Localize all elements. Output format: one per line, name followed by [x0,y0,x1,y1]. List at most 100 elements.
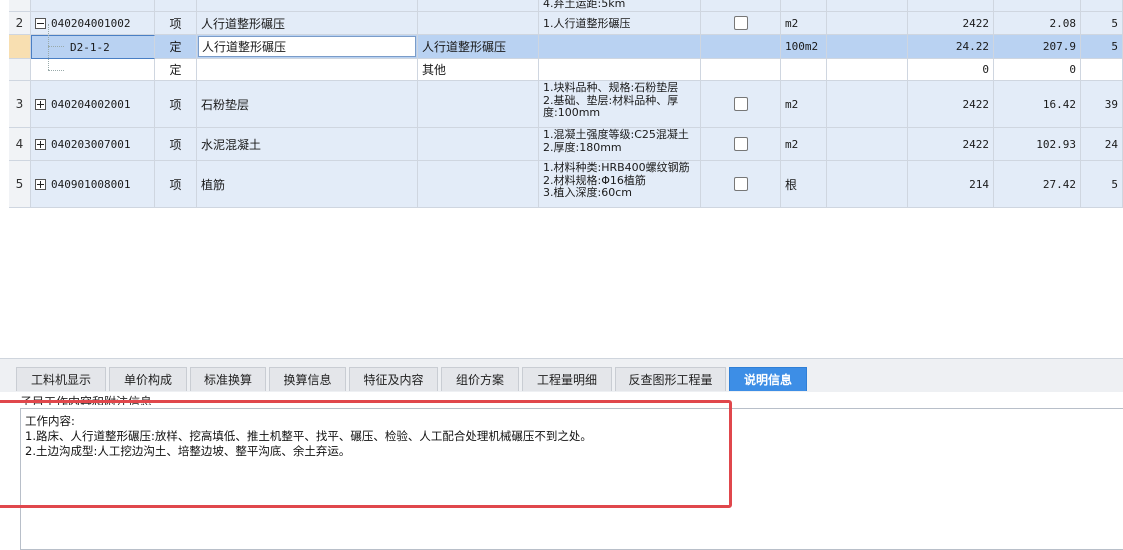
qty-cell[interactable]: 24.22 [908,35,994,59]
description-textarea[interactable]: 工作内容: 1.路床、人行道整形碾压:放样、挖高填低、推土机整平、找平、碾压、检… [20,408,1123,550]
checkbox[interactable] [733,16,748,30]
checkbox-cell[interactable] [701,161,781,208]
qty-cell[interactable]: 2422 [908,128,994,161]
name-edit-field[interactable]: 人行道整形碾压 [198,36,416,57]
type-cell[interactable]: 定 [155,59,197,81]
checkbox-cell[interactable] [701,59,781,81]
table-row[interactable]: 2 040204001002 项 人行道整形碾压 1.人行道整形碾压 m2 24… [0,12,1123,35]
content-cell[interactable] [418,128,539,161]
price-cell[interactable]: 0 [994,59,1081,81]
total-cell[interactable]: 5 [1081,12,1123,35]
row-number[interactable]: 2 [9,12,31,35]
collapse-icon[interactable] [35,17,46,29]
table-row[interactable]: 5 040901008001 项 植筋 1.材料种类:HRB400螺纹钢筋 2.… [0,161,1123,208]
checkbox[interactable] [733,137,748,151]
expr-cell[interactable] [827,128,908,161]
checkbox-cell[interactable] [701,12,781,35]
content-cell[interactable] [418,12,539,35]
code-cell[interactable]: D2-1-2 [31,35,155,59]
total-cell[interactable]: 24 [1081,128,1123,161]
content-cell[interactable]: 其他 [418,59,539,81]
table-row[interactable]: 3 040204002001 项 石粉垫层 1.块料品种、规格:石粉垫层 2.基… [0,81,1123,128]
type-cell[interactable]: 项 [155,161,197,208]
unit-cell[interactable] [781,59,827,81]
tab-quantity-detail[interactable]: 工程量明细 [522,367,612,391]
code-text: 040204001002 [51,16,131,30]
tab-description[interactable]: 说明信息 [729,367,807,391]
name-cell[interactable] [197,59,418,81]
total-cell[interactable]: 5 [1081,35,1123,59]
table-row[interactable]: 4.弃土运距:5km [0,0,1123,12]
code-cell[interactable]: 040203007001 [31,128,155,161]
table-row-selected[interactable]: D2-1-2 定 人行道整形碾压 人行道整形碾压 100m2 24.22 207… [0,35,1123,59]
type-cell[interactable]: 定 [155,35,197,59]
name-cell[interactable]: 植筋 [197,161,418,208]
expand-icon[interactable] [35,98,46,110]
expr-cell[interactable] [827,161,908,208]
qty-cell[interactable]: 214 [908,161,994,208]
code-cell[interactable]: 040204001002 [31,12,155,35]
unit-cell[interactable]: m2 [781,81,827,128]
code-cell[interactable]: 040204002001 [31,81,155,128]
checkbox-cell[interactable] [701,81,781,128]
tab-unit-price[interactable]: 单价构成 [109,367,187,391]
price-cell[interactable]: 16.42 [994,81,1081,128]
code-cell[interactable]: 040901008001 [31,161,155,208]
price-cell[interactable]: 207.9 [994,35,1081,59]
unit-cell[interactable]: 根 [781,161,827,208]
name-cell[interactable]: 人行道整形碾压 [197,35,418,59]
content-cell[interactable] [418,81,539,128]
feature-cell[interactable] [539,35,701,59]
row-number[interactable]: 4 [9,128,31,161]
feature-cell[interactable]: 1.混凝土强度等级:C25混凝土 2.厚度:180mm [539,128,701,161]
expr-cell[interactable] [827,35,908,59]
checkbox-cell[interactable] [701,35,781,59]
tab-materials[interactable]: 工料机显示 [16,367,106,391]
qty-cell[interactable]: 2422 [908,81,994,128]
expand-icon[interactable] [35,178,46,190]
tab-conversion-info[interactable]: 换算信息 [269,367,346,391]
checkbox[interactable] [733,97,748,111]
expr-cell[interactable] [827,59,908,81]
checkbox-cell[interactable] [701,128,781,161]
name-cell[interactable]: 石粉垫层 [197,81,418,128]
unit-cell[interactable]: m2 [781,128,827,161]
name-cell[interactable]: 水泥混凝土 [197,128,418,161]
table-row[interactable]: 4 040203007001 项 水泥混凝土 1.混凝土强度等级:C25混凝土 … [0,128,1123,161]
type-cell[interactable]: 项 [155,128,197,161]
table-row[interactable]: 定 其他 0 0 [0,59,1123,81]
content-cell[interactable] [418,161,539,208]
price-cell[interactable]: 2.08 [994,12,1081,35]
feature-cell[interactable]: 1.人行道整形碾压 [539,12,701,35]
tab-reverse-lookup[interactable]: 反查图形工程量 [615,367,726,391]
feature-cell[interactable] [539,59,701,81]
tab-pricing-plan[interactable]: 组价方案 [441,367,519,391]
total-cell[interactable]: 39 [1081,81,1123,128]
row-number[interactable] [9,59,31,81]
price-cell[interactable]: 102.93 [994,128,1081,161]
expand-icon[interactable] [35,138,46,150]
price-cell[interactable]: 27.42 [994,161,1081,208]
unit-cell[interactable]: m2 [781,12,827,35]
row-number[interactable]: 5 [9,161,31,208]
feature-cell[interactable]: 4.弃土运距:5km [539,0,701,12]
row-number[interactable]: 3 [9,81,31,128]
unit-cell[interactable]: 100m2 [781,35,827,59]
tab-standard-conversion[interactable]: 标准换算 [190,367,266,391]
expr-cell[interactable] [827,12,908,35]
qty-cell[interactable]: 0 [908,59,994,81]
qty-cell[interactable]: 2422 [908,12,994,35]
name-cell[interactable]: 人行道整形碾压 [197,12,418,35]
tab-features[interactable]: 特征及内容 [349,367,438,391]
row-number[interactable] [9,35,31,59]
feature-cell[interactable]: 1.块料品种、规格:石粉垫层 2.基础、垫层:材料品种、厚 度:100mm [539,81,701,128]
feature-cell[interactable]: 1.材料种类:HRB400螺纹钢筋 2.材料规格:Φ16植筋 3.植入深度:60… [539,161,701,208]
expr-cell[interactable] [827,81,908,128]
type-cell[interactable]: 项 [155,12,197,35]
row-number[interactable] [9,0,31,12]
total-cell[interactable] [1081,59,1123,81]
type-cell[interactable]: 项 [155,81,197,128]
total-cell[interactable]: 5 [1081,161,1123,208]
content-cell[interactable]: 人行道整形碾压 [418,35,539,59]
checkbox[interactable] [733,177,748,191]
